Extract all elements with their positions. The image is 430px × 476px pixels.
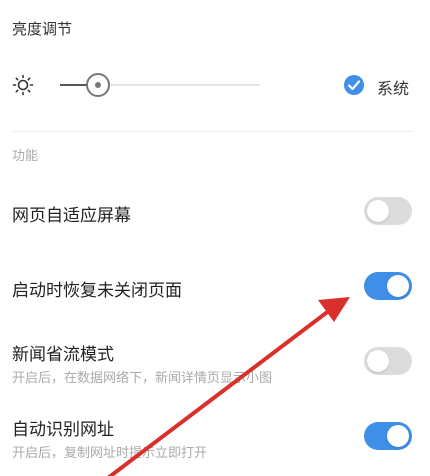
setting-row-news-data-saver[interactable]: 新闻省流模式 开启后，在数据网络下，新闻详情页显示小图 [0,338,430,388]
brightness-section-title: 亮度调节 [12,20,73,38]
sun-icon [12,74,34,96]
setting-title: 启动时恢复未关闭页面 [12,281,182,301]
setting-title: 自动识别网址 [12,420,114,440]
toggle-fit-screen[interactable] [364,197,412,225]
function-group-label: 功能 [12,149,39,164]
setting-description: 开启后，在数据网络下，新闻详情页显示小图 [12,371,273,386]
section-divider [12,131,414,132]
toggle-news-data-saver[interactable] [364,347,412,375]
setting-row-auto-detect-url[interactable]: 自动识别网址 开启后，复制网址时提示立即打开 [0,413,430,463]
brightness-row: 系统 [0,66,430,104]
brightness-slider[interactable] [60,73,260,97]
toggle-restore-pages[interactable] [364,272,412,300]
brightness-slider-thumb[interactable] [86,73,110,97]
toggle-auto-detect-url[interactable] [364,422,412,450]
system-checkbox-label[interactable]: 系统 [377,75,409,99]
toggle-knob [387,425,409,447]
system-checkbox-icon[interactable] [343,74,365,96]
toggle-knob [367,350,389,372]
browser-settings-screen: 亮度调节 系统 功能 网页自适应屏幕 启动时恢复未关闭页面 新闻省流模式 开启后… [0,0,430,476]
setting-row-fit-screen[interactable]: 网页自适应屏幕 [0,186,430,236]
setting-title: 新闻省流模式 [12,345,114,365]
setting-title: 网页自适应屏幕 [12,206,131,226]
setting-row-restore-pages[interactable]: 启动时恢复未关闭页面 [0,261,430,311]
setting-description: 开启后，复制网址时提示立即打开 [12,446,208,461]
toggle-knob [387,275,409,297]
toggle-knob [367,200,389,222]
